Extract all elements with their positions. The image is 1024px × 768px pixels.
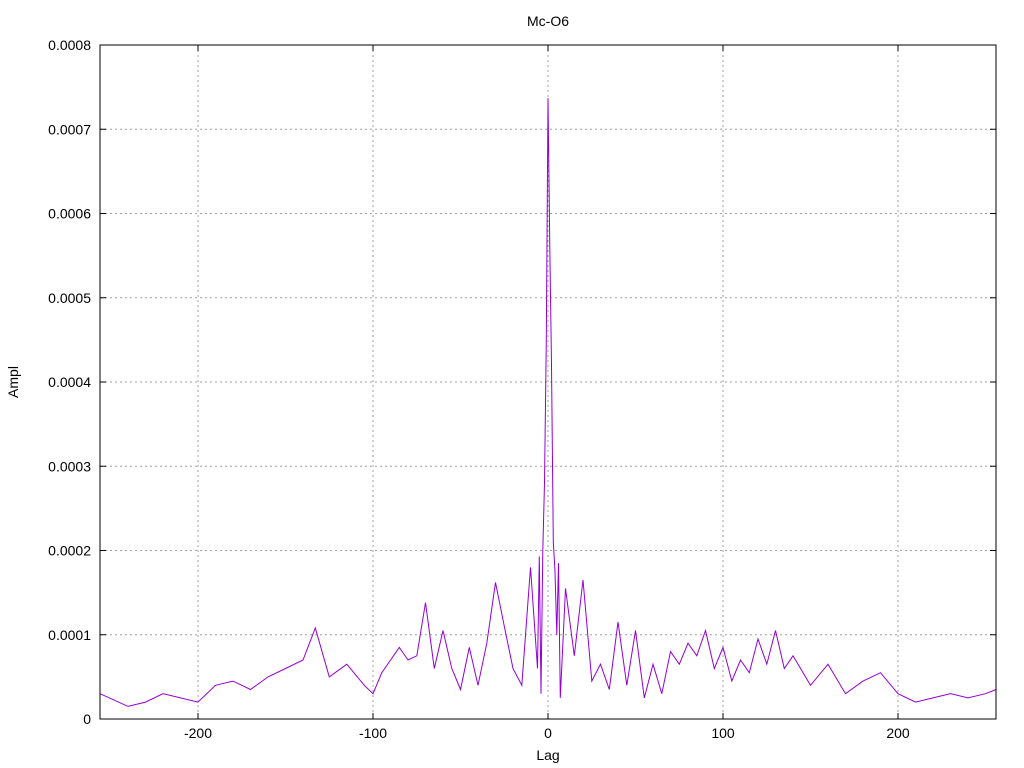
- y-tick-label: 0.0008: [48, 37, 91, 53]
- y-tick-label: 0.0007: [48, 121, 91, 137]
- chart-title: Mc-O6: [527, 13, 569, 29]
- y-tick-label: 0.0003: [48, 458, 91, 474]
- y-tick-label: 0.0006: [48, 206, 91, 222]
- y-axis-label: Ampl: [5, 366, 21, 398]
- chart: -200 -100 0 100 200 0 0.0001 0.0002 0.0003 0.0004…: [5, 13, 997, 763]
- axis-ticks: -200 -100 0 100 200 0 0.0001 0.0002 0.0003 0.0004…: [48, 37, 996, 741]
- y-tick-label: 0.0001: [48, 627, 91, 643]
- x-tick-label: 200: [886, 725, 910, 741]
- x-tick-label: -100: [359, 725, 387, 741]
- y-tick-label: 0.0002: [48, 543, 91, 559]
- y-tick-label: 0.0005: [48, 290, 91, 306]
- x-axis-label: Lag: [536, 747, 559, 763]
- y-tick-label: 0: [83, 711, 91, 727]
- y-tick-label: 0.0004: [48, 374, 91, 390]
- x-tick-label: -200: [184, 725, 212, 741]
- x-tick-label: 0: [544, 725, 552, 741]
- x-tick-label: 100: [711, 725, 735, 741]
